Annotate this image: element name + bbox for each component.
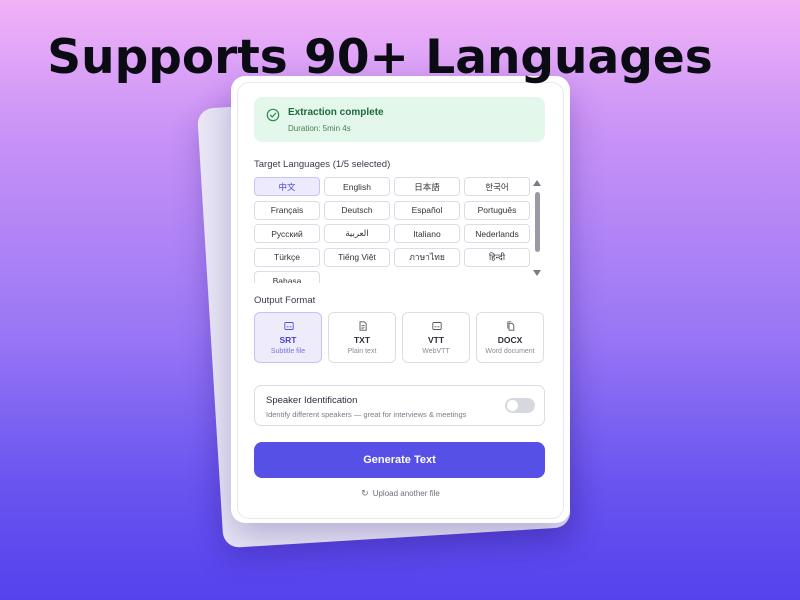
output-format-label: Output Format — [254, 295, 316, 306]
format-name: VTT — [427, 335, 445, 345]
format-option-txt[interactable]: TXT Plain text — [328, 312, 396, 363]
language-chip[interactable]: ภาษาไทย — [394, 247, 460, 267]
language-chip[interactable]: Nederlands — [464, 224, 530, 243]
format-description: WebVTT — [422, 348, 450, 355]
language-chip[interactable]: Português — [464, 200, 530, 220]
word-doc-icon — [507, 321, 515, 331]
scroll-down-arrow-icon[interactable] — [533, 270, 541, 276]
target-languages-label: Target Languages (1/5 selected) — [254, 159, 391, 170]
language-chip[interactable]: 中文 — [254, 177, 320, 196]
format-description: Word document — [485, 348, 535, 355]
speaker-title: Speaker Identification — [266, 395, 358, 406]
generate-text-button[interactable]: Generate Text — [254, 442, 545, 478]
format-name: TXT — [353, 335, 371, 345]
language-chip[interactable]: Tiếng Việt — [324, 247, 390, 267]
caption-icon — [432, 322, 442, 330]
language-chip[interactable]: Deutsch — [324, 200, 390, 220]
main-panel: Extraction complete Duration: 5min 4s Ta… — [231, 76, 570, 523]
language-grid: 中文 English 日本語 한국어 Français Deutsch Español Por… — [254, 177, 532, 283]
language-chip[interactable]: Bahasa — [254, 271, 320, 283]
format-description: Plain text — [347, 348, 377, 355]
extraction-status: Extraction complete Duration: 5min 4s — [254, 97, 545, 142]
language-chip[interactable]: Türkçe — [254, 247, 320, 267]
headline: Supports 90+ Languages — [47, 30, 713, 85]
refresh-icon: ↻ — [361, 488, 369, 498]
speaker-description: Identify different speakers — great for … — [266, 410, 467, 419]
format-option-docx[interactable]: DOCX Word document — [476, 312, 544, 363]
upload-label: Upload another file — [372, 489, 440, 498]
format-name: SRT — [279, 335, 297, 345]
toggle-knob — [507, 400, 518, 411]
language-scrollbar[interactable] — [535, 192, 540, 252]
speaker-toggle[interactable] — [505, 398, 535, 413]
scroll-up-arrow-icon[interactable] — [533, 180, 541, 186]
status-duration: Duration: 5min 4s — [288, 124, 351, 133]
format-description: Subtitle file — [270, 348, 306, 355]
language-chip[interactable]: Français — [254, 200, 320, 220]
check-circle-icon — [266, 108, 280, 122]
document-icon — [359, 321, 367, 331]
language-chip[interactable]: 한국어 — [464, 177, 530, 196]
language-chip[interactable]: 日本語 — [394, 177, 460, 196]
language-chip[interactable]: العربية — [324, 224, 390, 243]
output-format-options: SRT Subtitle file TXT Plain text VTT Web… — [254, 312, 545, 363]
language-chip[interactable]: English — [324, 177, 390, 196]
subtitle-icon — [284, 322, 294, 330]
upload-another-file-link[interactable]: ↻ Upload another file — [231, 488, 570, 499]
language-chip[interactable]: Español — [394, 200, 460, 220]
format-option-srt[interactable]: SRT Subtitle file — [254, 312, 322, 363]
speaker-identification-setting: Speaker Identification Identify differen… — [254, 385, 545, 426]
status-title: Extraction complete — [288, 107, 384, 118]
language-chip[interactable]: Русский — [254, 224, 320, 243]
language-chip[interactable]: हिन्दी — [464, 247, 530, 267]
format-name: DOCX — [497, 335, 523, 345]
format-option-vtt[interactable]: VTT WebVTT — [402, 312, 470, 363]
language-chip[interactable]: Italiano — [394, 224, 460, 243]
